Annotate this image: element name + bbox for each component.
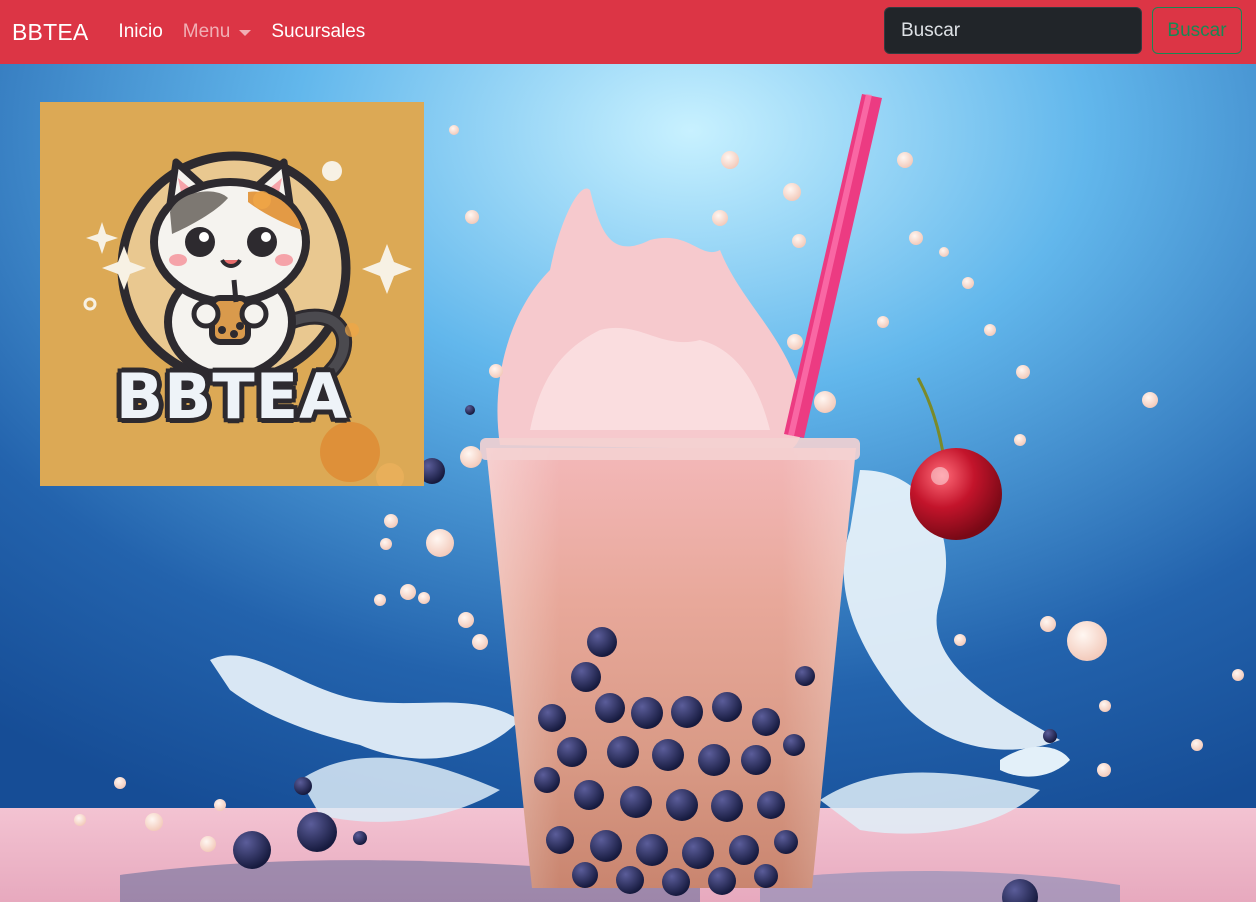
navbar: BBTEA Inicio Menu Sucursales Buscar [0,0,1256,64]
logo-card: BBTEA [40,102,424,486]
nav-link-sucursales[interactable]: Sucursales [271,21,365,43]
search-button[interactable]: Buscar [1152,7,1242,54]
nav-link-inicio[interactable]: Inicio [118,21,162,43]
logo-wordmark: BBTEA [115,360,349,433]
caret-down-icon [239,30,252,36]
nav-dropdown-menu-label: Menu [182,21,231,42]
nav-dropdown-menu[interactable]: Menu [183,21,252,43]
search-input[interactable] [884,7,1142,54]
brand-link[interactable]: BBTEA [12,19,88,46]
search-form: Buscar [884,7,1242,54]
